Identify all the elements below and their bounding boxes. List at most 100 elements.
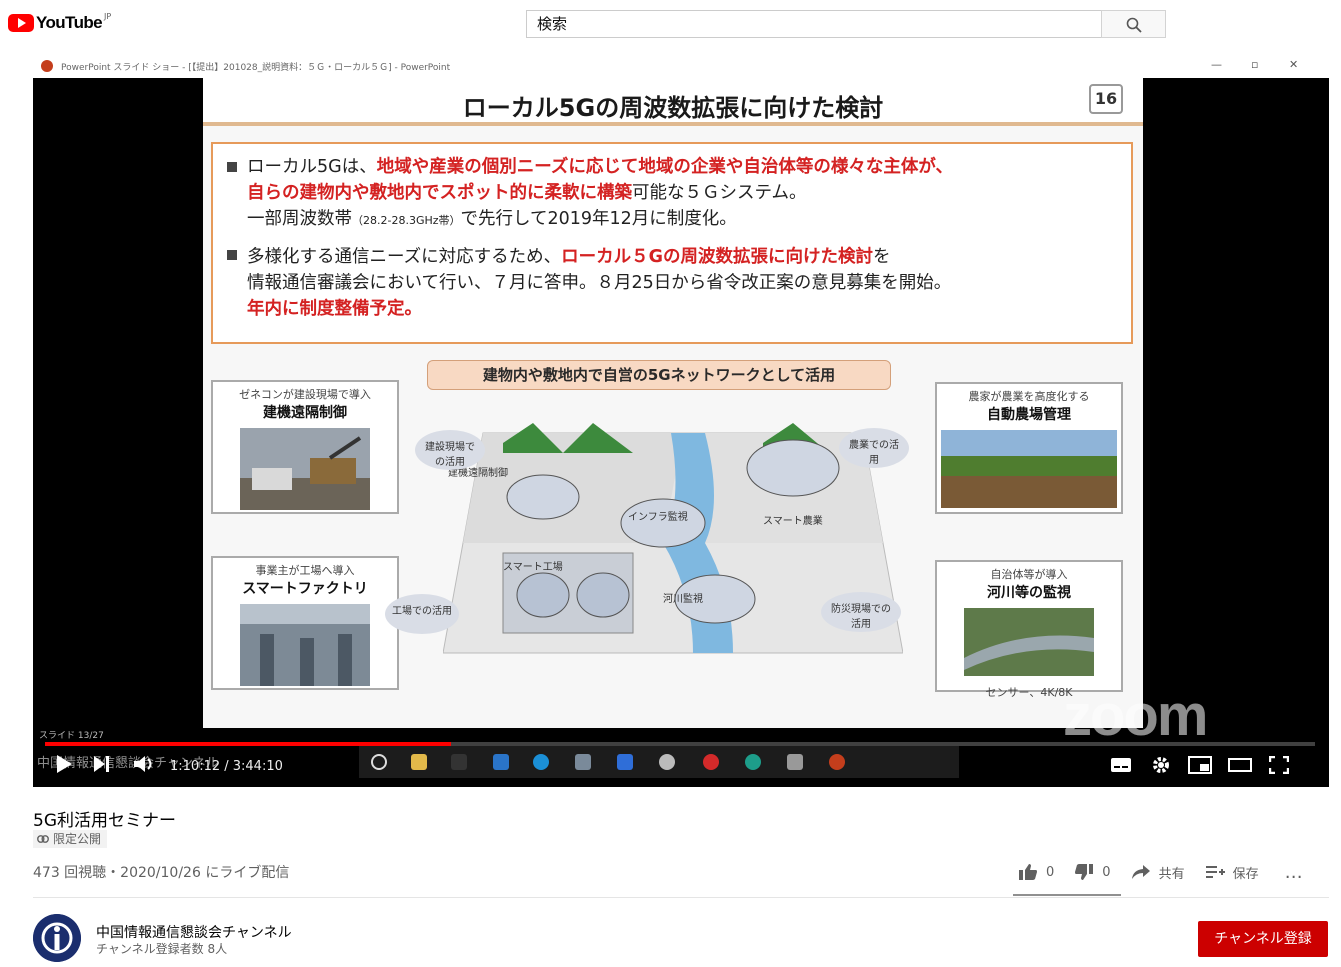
theater-icon[interactable]	[1228, 757, 1252, 773]
taskbar-acrobat-icon	[703, 754, 719, 770]
slide-title-band: ローカル5Gの周波数拡張に向けた検討 16	[203, 78, 1143, 126]
miniplayer-icon[interactable]	[1188, 756, 1212, 774]
view-count-date: 473 回視聴・2020/10/26 にライブ配信	[33, 865, 290, 881]
taskbar-tool-icon	[575, 754, 591, 770]
privacy-badge: 限定公開	[33, 830, 108, 848]
factory-photo	[240, 604, 370, 686]
case-farm-sub: 農家が農業を高度化する	[968, 390, 1090, 403]
minimize-icon: —	[1211, 58, 1222, 71]
taskbar-search-icon	[371, 754, 387, 770]
play-icon[interactable]	[55, 754, 73, 774]
taskbar-media-icon	[787, 754, 803, 770]
presentation-slide: ローカル5Gの周波数拡張に向けた検討 16 ローカル5Gは、地域や産業の個別ニー…	[203, 78, 1143, 728]
bullet-marker	[227, 250, 237, 260]
river-photo	[964, 608, 1094, 676]
video-actions: 0 0 共有 保存 …	[1018, 860, 1323, 884]
next-icon[interactable]	[93, 754, 111, 774]
taskbar-skype-icon	[533, 754, 549, 770]
slide-banner: 建物内や敷地内で自営の5Gネットワークとして活用	[427, 360, 891, 390]
close-icon: ✕	[1289, 58, 1299, 71]
slide-counter: スライド 13/27	[39, 731, 104, 741]
volume-icon[interactable]	[133, 754, 157, 774]
summary-highlight: 年内に制度整備予定。	[247, 299, 422, 319]
summary-line: 年内に制度整備予定。	[247, 296, 1113, 322]
label-agri-use: 農業での活用	[839, 428, 909, 468]
masthead: YouTube JP 検索	[0, 0, 1341, 52]
summary-text: 一部周波数帯	[247, 209, 352, 229]
summary-text: ローカル5Gは、	[247, 157, 377, 177]
share-icon	[1131, 865, 1150, 879]
windows-taskbar	[359, 746, 959, 778]
label-smart-agri: スマート農業	[763, 516, 823, 527]
powerpoint-icon	[41, 60, 53, 72]
youtube-logo[interactable]: YouTube JP	[8, 12, 111, 33]
label-site-use: 建設現場での活用	[415, 430, 485, 470]
privacy-label: 限定公開	[53, 832, 102, 846]
case-construction-sub: ゼネコンが建設現場で導入	[239, 388, 371, 401]
label-smart-factory: スマート工場	[503, 562, 563, 573]
case-river: 自治体等が導入 河川等の監視 センサー、4K/8K	[935, 560, 1123, 699]
case-factory-main: スマートファクトリ	[242, 581, 368, 597]
divider	[33, 897, 1329, 898]
bullet-marker	[227, 162, 237, 172]
taskbar-eye-icon	[659, 754, 675, 770]
video-player[interactable]: PowerPoint スライド ショー - [【提出】201028_説明資料：５…	[33, 54, 1329, 787]
taskbar-window-icon	[617, 754, 633, 770]
like-count: 0	[1046, 864, 1055, 880]
label-infra: インフラ監視	[628, 512, 688, 523]
zoom-watermark: zoom	[1063, 683, 1208, 748]
search-button[interactable]	[1101, 10, 1166, 38]
share-button[interactable]: 共有	[1131, 863, 1185, 882]
summary-text: 可能な５Ｇシステム。	[632, 183, 807, 203]
like-button[interactable]: 0	[1018, 863, 1054, 881]
powerpoint-window-title: PowerPoint スライド ショー - [【提出】201028_説明資料：５…	[61, 63, 451, 73]
dislike-button[interactable]: 0	[1074, 863, 1111, 881]
channel-logo-icon	[33, 914, 81, 962]
channel-name[interactable]: 中国情報通信懇談会チャンネル	[96, 922, 292, 942]
time-display: 1:10:12 / 3:44:10	[170, 759, 283, 774]
taskbar-folder-icon	[411, 754, 427, 770]
youtube-play-logo-icon	[8, 14, 34, 32]
restore-icon: ▫	[1251, 58, 1259, 71]
summary-line: 一部周波数帯（28.2-28.3GHz帯）で先行して2019年12月に制度化。	[247, 206, 1113, 234]
taskbar-powerpoint-icon	[829, 754, 845, 770]
slide-area: ローカル5Gの周波数拡張に向けた検討 16 ローカル5Gは、地域や産業の個別ニー…	[33, 78, 1314, 728]
thumbs-up-icon	[1019, 864, 1037, 880]
slide-summary-box: ローカル5Gは、地域や産業の個別ニーズに応じて地域の企業や自治体等の様々な主体が…	[211, 142, 1133, 344]
subscribe-button[interactable]: チャンネル登録	[1198, 921, 1328, 957]
label-factory-use: 工場での活用	[385, 594, 459, 634]
logo-text: YouTube	[36, 13, 103, 32]
summary-highlight: 地域や産業の個別ニーズに応じて地域の企業や自治体等の様々な主体が、	[376, 157, 953, 177]
summary-line: 多様化する通信ニーズに対応するため、ローカル５Gの周波数拡張に向けた検討を	[247, 244, 1113, 270]
link-icon	[37, 835, 49, 843]
label-river: 河川監視	[663, 594, 703, 605]
search-input[interactable]: 検索	[526, 10, 1102, 38]
subscriber-count: チャンネル登録者数 8人	[96, 942, 228, 956]
taskbar-app-icon	[451, 754, 467, 770]
subtitles-icon[interactable]	[1110, 757, 1132, 773]
summary-text: を	[873, 247, 891, 267]
settings-icon[interactable]	[1151, 755, 1171, 775]
summary-text: （28.2-28.3GHz帯）	[352, 214, 461, 227]
more-actions-button[interactable]: …	[1285, 862, 1303, 883]
save-label: 保存	[1232, 866, 1259, 882]
case-river-main: 河川等の監視	[987, 585, 1071, 601]
thumbs-down-icon	[1075, 864, 1094, 880]
share-label: 共有	[1158, 866, 1185, 882]
case-construction-main: 建機遠隔制御	[263, 405, 347, 421]
case-farm-main: 自動農場管理	[987, 407, 1071, 423]
case-factory: 事業主が工場へ導入 スマートファクトリ	[211, 556, 399, 690]
video-title: 5G利活用セミナー	[33, 811, 176, 831]
summary-highlight: 自らの建物内や敷地内でスポット的に柔軟に構築	[247, 183, 632, 203]
case-factory-sub: 事業主が工場へ導入	[255, 564, 355, 577]
channel-avatar[interactable]	[33, 914, 81, 962]
fullscreen-icon[interactable]	[1269, 756, 1289, 774]
save-button[interactable]: 保存	[1205, 863, 1259, 882]
case-farm: 農家が農業を高度化する 自動農場管理	[935, 382, 1123, 514]
player-controls: 中国情報通信懇談会チャンネル 1:10:12 / 3:44:10	[33, 746, 1329, 787]
summary-highlight: ローカル５Gの周波数拡張に向けた検討	[561, 247, 873, 267]
farm-photo	[941, 430, 1117, 508]
like-ratio-bar	[1013, 894, 1121, 896]
label-disaster-use: 防災現場での活用	[821, 592, 901, 632]
construction-photo	[240, 428, 370, 510]
